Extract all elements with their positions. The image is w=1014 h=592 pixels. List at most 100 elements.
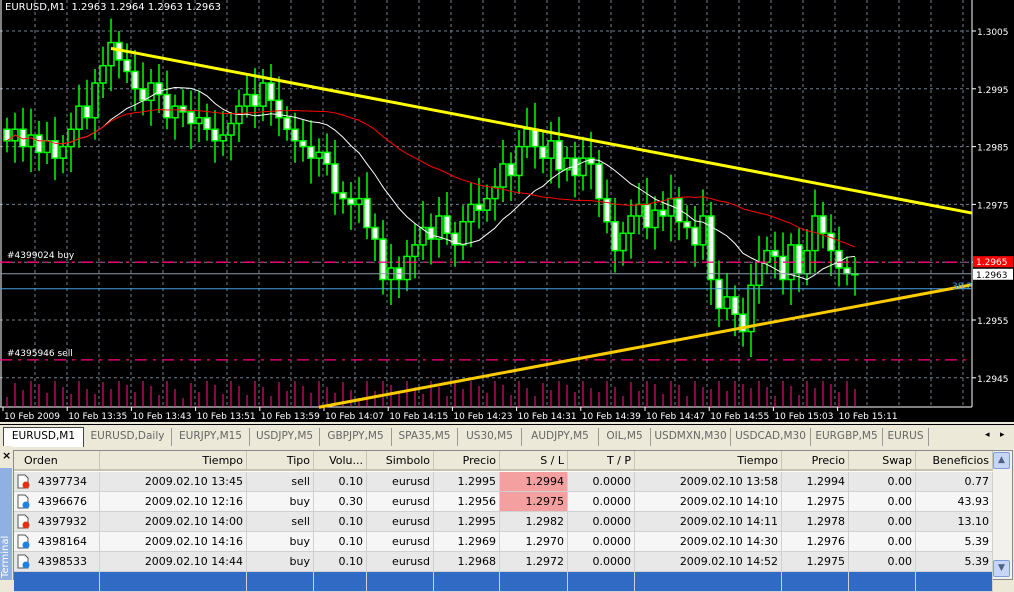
column-header-tiempo[interactable]: Tiempo [100, 451, 247, 471]
tab-scroll-left-icon[interactable]: ◂ [985, 430, 990, 440]
scroll-up-icon[interactable]: ▲ [993, 452, 1010, 469]
cell-precio: 1.2956 [434, 492, 500, 512]
chart-tabs: EURUSD,M1 EURUSD,Daily EURJPY,M15 USDJPY,M5… [0, 424, 1014, 447]
bull-candle [195, 116, 203, 125]
cell-empty [434, 572, 500, 592]
vertical-scrollbar[interactable]: ▲ ▼ [992, 451, 1012, 579]
bull-candle [499, 163, 507, 188]
cell-beneficios: 5.39 [916, 532, 993, 552]
cell-simbolo: eurusd [367, 512, 434, 532]
column-header-precio[interactable]: Precio [782, 451, 849, 471]
bear-candle [843, 267, 851, 275]
bull-candle [803, 249, 811, 275]
cell-tiempo: 2009.02.10 14:10 [635, 492, 782, 512]
trendline-lower [318, 283, 973, 409]
column-header-volu[interactable]: Volu... [314, 451, 367, 471]
cell-simbolo: eurusd [367, 532, 434, 552]
bear-candle [331, 163, 339, 194]
cell-tiempo: 2009.02.10 13:45 [100, 472, 247, 492]
cell-precio: 1.2969 [434, 532, 500, 552]
tab-usdjpy-m5[interactable]: USDJPY,M5 [250, 428, 320, 446]
scroll-down-icon[interactable]: ▼ [993, 560, 1010, 577]
cell-empty [568, 572, 635, 592]
column-header-orden[interactable]: Orden [14, 451, 100, 471]
cell-tipo: sell [247, 472, 314, 492]
order-id: 4398164 [38, 535, 87, 548]
bear-candle [211, 128, 219, 142]
column-header-t-p[interactable]: T / P [568, 451, 635, 471]
column-header-beneficios[interactable]: Beneficios [916, 451, 993, 471]
chart-ohlc: 1.2963 1.2964 1.2963 1.2963 [71, 2, 221, 13]
tab-usdcad-m30[interactable]: USDCAD,M30 [731, 428, 811, 446]
chart-canvas[interactable]: 1.3005 1.2995 1.2985 1.2975 1.2965 1.2955 1.29… [0, 0, 1014, 422]
order-id: 4396676 [38, 495, 87, 508]
table-row[interactable]: 4398533 2009.02.10 14:44 buy 0.10 eurusd 1.29… [14, 552, 993, 572]
price-chart[interactable]: 1.3005 1.2995 1.2985 1.2975 1.2965 1.2955 1.29… [0, 0, 1014, 422]
bull-candle [627, 215, 635, 235]
bull-candle [259, 82, 267, 107]
tab-eurjpy-m15[interactable]: EURJPY,M15 [172, 428, 250, 446]
bull-candle [107, 41, 115, 67]
bull-candle [619, 232, 627, 252]
bear-candle [83, 105, 91, 119]
bear-candle [443, 215, 451, 235]
bear-candle [339, 192, 347, 200]
bear-candle [835, 249, 843, 269]
table-row[interactable]: 4398164 2009.02.10 14:16 buy 0.10 eurusd 1.29… [14, 532, 993, 552]
table-row-selected[interactable] [14, 572, 993, 592]
cell-tiempo: 2009.02.10 12:16 [100, 492, 247, 512]
close-icon[interactable]: × [2, 449, 11, 462]
table-row[interactable]: 4397734 2009.02.10 13:45 sell 0.10 eurusd 1.2… [14, 472, 993, 492]
bull-candle [27, 134, 35, 148]
time-tick-label: 10 Feb 14:07 [325, 412, 384, 422]
tab-usdmxn-m30[interactable]: USDMXN,M30 [651, 428, 731, 446]
bull-candle [99, 64, 107, 84]
bull-candle [403, 255, 411, 281]
sell-order-icon [17, 474, 30, 489]
bear-candle [371, 226, 379, 240]
column-header-simbolo[interactable]: Simbolo [367, 451, 434, 471]
cell-orden: 4397734 [14, 472, 100, 492]
cell-beneficios: 43.93 [916, 492, 993, 512]
bear-candle [715, 278, 723, 310]
tab-eurus[interactable]: EURUS [883, 428, 929, 446]
order-line-label: #4395946 sell [7, 349, 73, 359]
price-tick-label: 1.3005 [977, 28, 1009, 38]
tab-eurusd-daily[interactable]: EURUSD,Daily [84, 428, 172, 446]
tab-eurusd-m1[interactable]: EURUSD,M1 [3, 427, 84, 447]
column-header-swap[interactable]: Swap [849, 451, 916, 471]
buy-order-icon [17, 494, 30, 509]
price-tick-label: 1.2985 [977, 144, 1009, 154]
table-row[interactable]: 4397932 2009.02.10 14:00 sell 0.10 eurusd 1.2… [14, 512, 993, 532]
tab-scroll-right-icon[interactable]: ▸ [1000, 430, 1005, 440]
bull-candle [219, 134, 227, 142]
tab-spa35-m5[interactable]: SPA35,M5 [392, 428, 458, 446]
tab-eurgbp-m5[interactable]: EURGBP,M5 [811, 428, 883, 446]
bear-candle [507, 163, 515, 177]
tab-audjpy-m5[interactable]: AUDJPY,M5 [522, 428, 599, 446]
cell-tiempo: 2009.02.10 14:16 [100, 532, 247, 552]
bear-candle [299, 140, 307, 148]
sell-order-icon [17, 514, 30, 529]
column-header-tiempo[interactable]: Tiempo [635, 451, 782, 471]
cell-volu: 0.30 [314, 492, 367, 512]
order-line-label: #4399024 buy [7, 251, 75, 261]
table-row[interactable]: 4396676 2009.02.10 12:16 buy 0.30 eurusd 1.29… [14, 492, 993, 512]
bull-candle [67, 128, 75, 148]
bull-candle [483, 197, 491, 211]
tab-oil-m5[interactable]: OIL,M5 [599, 428, 651, 446]
column-header-s-l[interactable]: S / L [500, 451, 568, 471]
tab-gbpjpy-m5[interactable]: GBPJPY,M5 [320, 428, 392, 446]
bull-candle [467, 203, 475, 223]
bear-candle [363, 197, 371, 229]
column-header-tipo[interactable]: Tipo [247, 451, 314, 471]
time-tick-label: 10 Feb 14:55 [710, 412, 769, 422]
bull-candle [411, 244, 419, 258]
bull-candle [227, 122, 235, 136]
trendline-upper [110, 46, 973, 215]
column-header-precio[interactable]: Precio [434, 451, 500, 471]
cell-s-l: 1.2994 [500, 472, 568, 492]
bear-candle [643, 203, 651, 229]
bear-candle [203, 116, 211, 131]
tab-us30-m5[interactable]: US30,M5 [458, 428, 522, 446]
